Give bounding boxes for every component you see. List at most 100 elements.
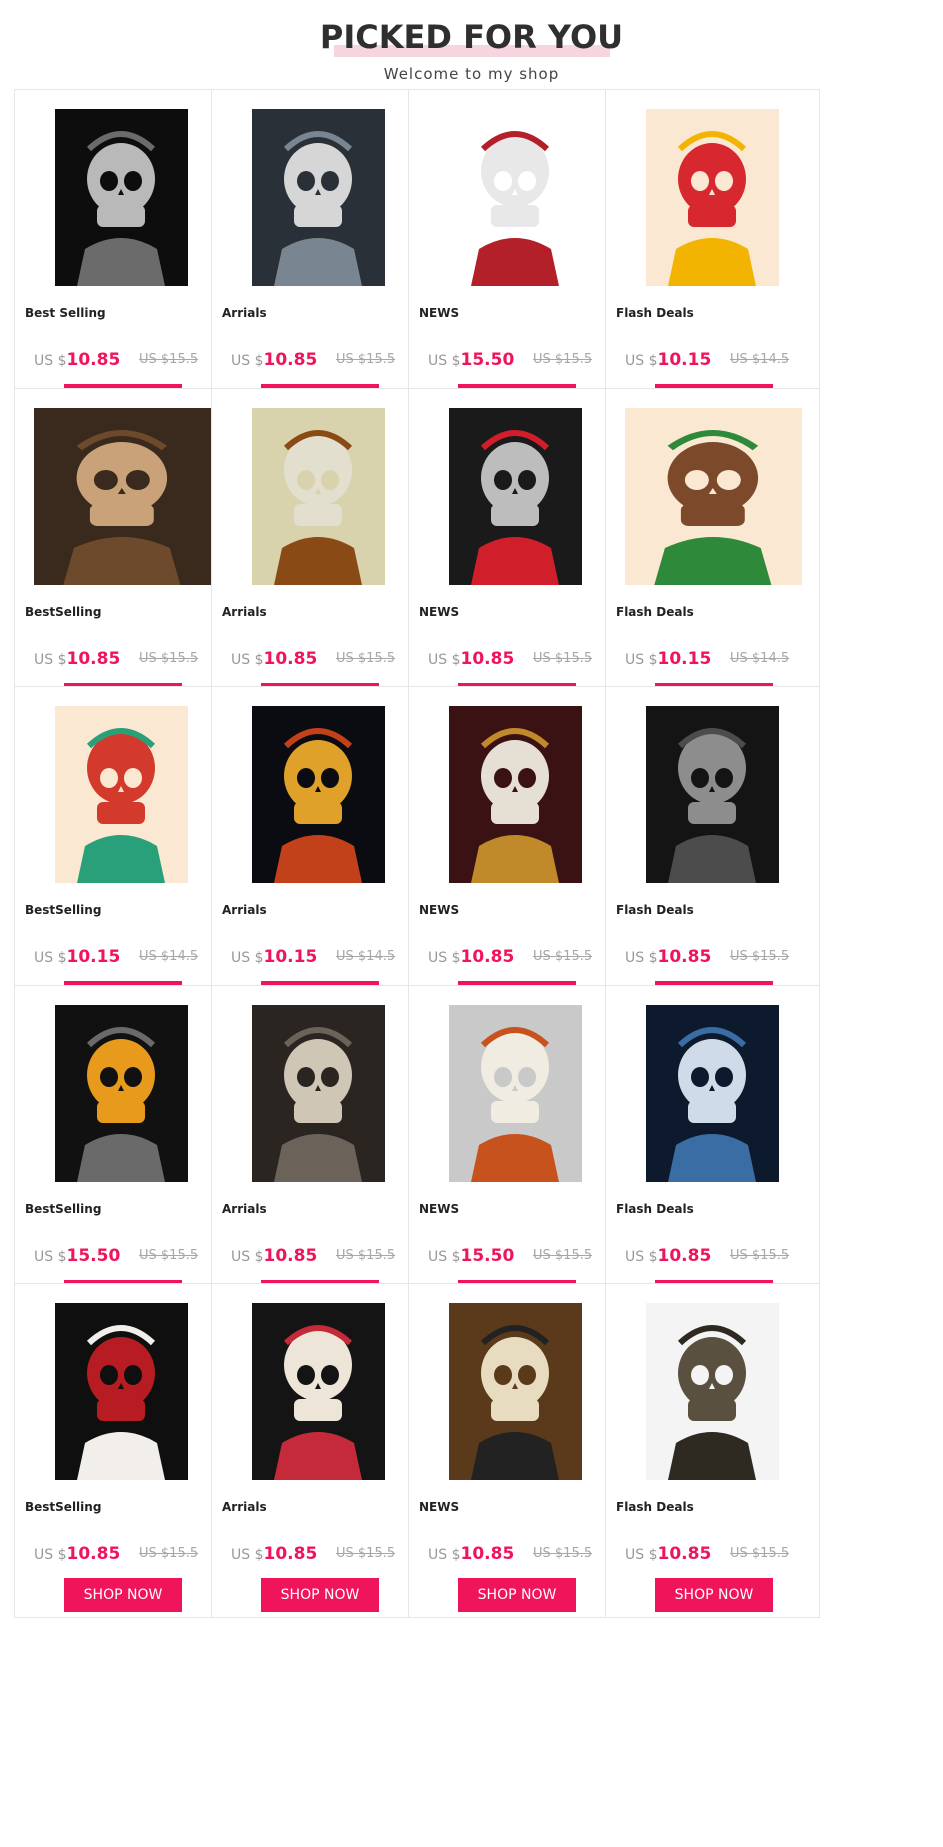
product-image[interactable]: [646, 109, 779, 286]
price-row: US $10.85 US $15.5: [409, 1542, 624, 1566]
product-card[interactable]: NEWS US $10.85US $15.5 SHOP NOW: [408, 1283, 623, 1618]
product-image[interactable]: [252, 706, 385, 883]
price-amount: 10.85: [460, 649, 515, 669]
product-card[interactable]: Flash DealsUS $10.15US $14.5SHOP NOW: [605, 388, 820, 723]
price-amount: 10.15: [657, 350, 712, 370]
price-row: US $15.50 US $15.5: [15, 1244, 230, 1268]
product-image[interactable]: [625, 408, 802, 585]
product-image[interactable]: [55, 706, 188, 883]
price-amount: 10.85: [263, 1246, 318, 1266]
current-price: US $10.85: [34, 348, 120, 373]
price-currency: US $: [625, 1547, 658, 1563]
original-price: US $15.5: [730, 1546, 790, 1561]
price-currency: US $: [34, 1249, 67, 1265]
product-card[interactable]: NEWSUS $15.50US $15.5SHOP NOW: [408, 985, 623, 1320]
product-image[interactable]: [449, 109, 582, 286]
product-card[interactable]: BestSellingUS $10.85US $15.5SHOP NOW: [14, 388, 229, 723]
shop-now-button[interactable]: SHOP NOW: [655, 1578, 773, 1612]
product-card[interactable]: Flash DealsUS $10.85US $15.5SHOP NOW: [605, 686, 820, 1021]
original-price: US $15.5: [139, 1546, 199, 1561]
product-tag: NEWS: [419, 1202, 460, 1216]
price-amount: 10.85: [263, 350, 318, 370]
original-price: US $15.5: [730, 949, 790, 964]
product-card[interactable]: Flash DealsUS $10.15US $14.5SHOP NOW: [605, 89, 820, 424]
product-tag: BestSelling: [25, 605, 102, 619]
product-image[interactable]: [55, 109, 188, 286]
product-image[interactable]: [449, 1005, 582, 1182]
original-price: US $15.5: [533, 949, 593, 964]
original-price: US $15.5: [139, 1248, 199, 1263]
product-tag: BestSelling: [25, 1500, 102, 1514]
product-card[interactable]: ArrialsUS $10.85US $15.5SHOP NOW: [211, 388, 426, 723]
current-price: US $10.85: [34, 1542, 120, 1567]
current-price: US $10.85: [231, 348, 317, 373]
shop-header: PICKED FOR YOU Welcome to my shop: [0, 0, 943, 100]
price-currency: US $: [34, 1547, 67, 1563]
shop-now-button[interactable]: SHOP NOW: [261, 1578, 379, 1612]
product-card[interactable]: NEWSUS $10.85US $15.5SHOP NOW: [408, 388, 623, 723]
product-tag: Best Selling: [25, 306, 106, 320]
price-row: US $15.50 US $15.5: [409, 348, 624, 372]
product-tag: Arrials: [222, 1202, 267, 1216]
price-currency: US $: [231, 652, 264, 668]
product-card[interactable]: Flash Deals US $10.85 US $15.5 SHOP NOW: [605, 1283, 820, 1618]
product-card[interactable]: BestSelling US $10.85 US $15.5 SHOP NOW: [14, 1283, 229, 1618]
price-currency: US $: [625, 950, 658, 966]
product-image[interactable]: [34, 408, 211, 585]
price-currency: US $: [428, 1547, 461, 1563]
product-image[interactable]: [252, 109, 385, 286]
price-currency: US $: [428, 950, 461, 966]
original-price: US $15.5: [730, 1248, 790, 1263]
product-card[interactable]: NEWSUS $15.50US $15.5SHOP NOW: [408, 89, 623, 424]
product-image[interactable]: [55, 1303, 188, 1480]
price-currency: US $: [34, 950, 67, 966]
product-image[interactable]: [646, 706, 779, 883]
product-card[interactable]: ArrialsUS $10.85US $15.5SHOP NOW: [211, 89, 426, 424]
price-currency: US $: [428, 1249, 461, 1265]
product-card[interactable]: BestSellingUS $10.15US $14.5SHOP NOW: [14, 686, 229, 1021]
product-card[interactable]: BestSellingUS $15.50US $15.5SHOP NOW: [14, 985, 229, 1320]
price-amount: 10.15: [657, 649, 712, 669]
current-price: US $10.15: [231, 945, 317, 970]
product-card[interactable]: Best SellingUS $10.85US $15.5SHOP NOW: [14, 89, 229, 424]
price-row: US $10.85 US $15.5: [606, 945, 821, 969]
product-image[interactable]: [252, 408, 385, 585]
shop-now-button[interactable]: SHOP NOW: [64, 1578, 182, 1612]
product-tag: NEWS: [419, 1500, 460, 1514]
product-card[interactable]: NEWSUS $10.85US $15.5SHOP NOW: [408, 686, 623, 1021]
product-tag: Flash Deals: [616, 1500, 694, 1514]
product-tag: BestSelling: [25, 1202, 102, 1216]
product-image[interactable]: [449, 408, 582, 585]
price-currency: US $: [625, 353, 658, 369]
price-currency: US $: [625, 1249, 658, 1265]
product-card[interactable]: ArrialsUS $10.15US $14.5SHOP NOW: [211, 686, 426, 1021]
product-tag: Flash Deals: [616, 605, 694, 619]
product-image[interactable]: [646, 1303, 779, 1480]
product-tag: NEWS: [419, 306, 460, 320]
shop-now-button[interactable]: SHOP NOW: [458, 1578, 576, 1612]
original-price: US $15.5: [139, 651, 199, 666]
product-card[interactable]: ArrialsUS $10.85US $15.5SHOP NOW: [211, 1283, 426, 1618]
product-image[interactable]: [252, 1303, 385, 1480]
price-currency: US $: [231, 950, 264, 966]
price-row: US $10.85 US $15.5: [212, 348, 427, 372]
price-amount: 10.85: [66, 1544, 121, 1564]
product-tag: NEWS: [419, 903, 460, 917]
product-image[interactable]: [646, 1005, 779, 1182]
product-image[interactable]: [449, 1303, 582, 1480]
product-tag: Arrials: [222, 605, 267, 619]
current-price: US $10.85: [231, 1542, 317, 1567]
product-image[interactable]: [55, 1005, 188, 1182]
current-price: US $10.15: [625, 348, 711, 373]
product-card[interactable]: Flash DealsUS $10.85US $15.5SHOP NOW: [605, 985, 820, 1320]
product-image[interactable]: [449, 706, 582, 883]
product-card[interactable]: ArrialsUS $10.85US $15.5SHOP NOW: [211, 985, 426, 1320]
current-price: US $10.85: [625, 945, 711, 970]
price-amount: 10.15: [66, 947, 121, 967]
product-tag: Arrials: [222, 1500, 267, 1514]
current-price: US $10.85: [428, 1542, 514, 1567]
product-image[interactable]: [252, 1005, 385, 1182]
original-price: US $14.5: [730, 651, 790, 666]
current-price: US $10.15: [34, 945, 120, 970]
current-price: US $10.85: [625, 1542, 711, 1567]
